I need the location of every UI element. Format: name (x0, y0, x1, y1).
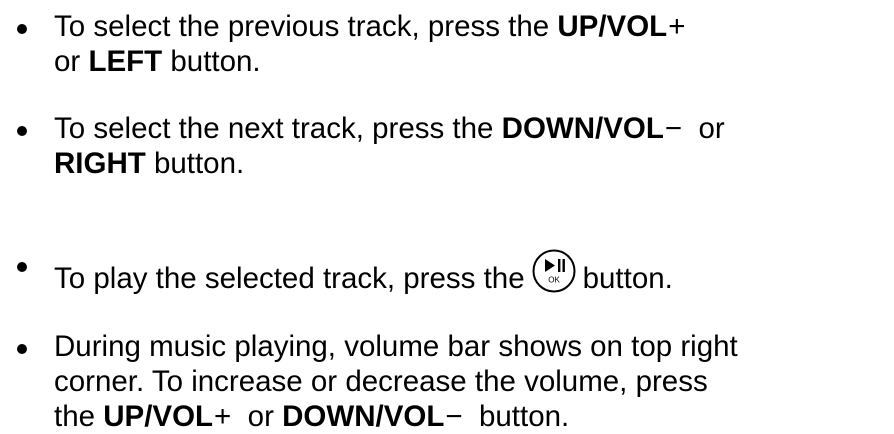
text-line: To play the selected track, press the OK… (54, 248, 673, 296)
text-run: To play the selected track, press the (54, 262, 525, 295)
text-run: corner. To increase or decrease the volu… (54, 365, 708, 398)
plus-symbol: + (214, 400, 232, 433)
text-run: To select the previous track, press the (54, 10, 558, 43)
text-line: During music playing, volume bar shows o… (54, 330, 738, 364)
bullet-dot (17, 344, 27, 354)
text-run: button. (162, 45, 261, 78)
button-name-down-vol: DOWN/VOL (282, 400, 445, 433)
minus-symbol: − (445, 400, 463, 433)
bullet-dot (17, 126, 27, 136)
plus-symbol: + (668, 10, 686, 43)
text-line: or LEFT button. (54, 45, 261, 79)
text-line: corner. To increase or decrease the volu… (54, 365, 708, 399)
bullet-dot (17, 262, 27, 272)
text-run: During music playing, volume bar shows o… (54, 330, 738, 363)
button-name-right: RIGHT (54, 147, 146, 180)
text-line: To select the previous track, press the … (54, 10, 685, 44)
text-run: button. (582, 262, 673, 295)
text-run: button. (145, 147, 245, 180)
text-line: the UP/VOL+ or DOWN/VOL− button. (54, 400, 569, 434)
button-name-up-vol: UP/VOL (103, 400, 214, 433)
text-line: RIGHT button. (54, 147, 244, 181)
text-run: To select the next track, press the (54, 112, 502, 145)
bullet-dot (17, 24, 27, 34)
play-pause-ok-icon: OK (531, 248, 577, 294)
text-run: or (54, 45, 89, 78)
ok-label: OK (548, 276, 560, 285)
text-run: button. (462, 400, 570, 433)
text-run: or (682, 112, 725, 145)
text-run: the (54, 400, 104, 433)
text-line: To select the next track, press the DOWN… (54, 112, 725, 146)
button-name-left: LEFT (88, 45, 163, 78)
button-name-down-vol: DOWN/VOL (501, 112, 664, 145)
minus-symbol: − (664, 112, 683, 145)
button-name-up-vol: UP/VOL (557, 10, 668, 43)
text-run: or (231, 400, 283, 433)
